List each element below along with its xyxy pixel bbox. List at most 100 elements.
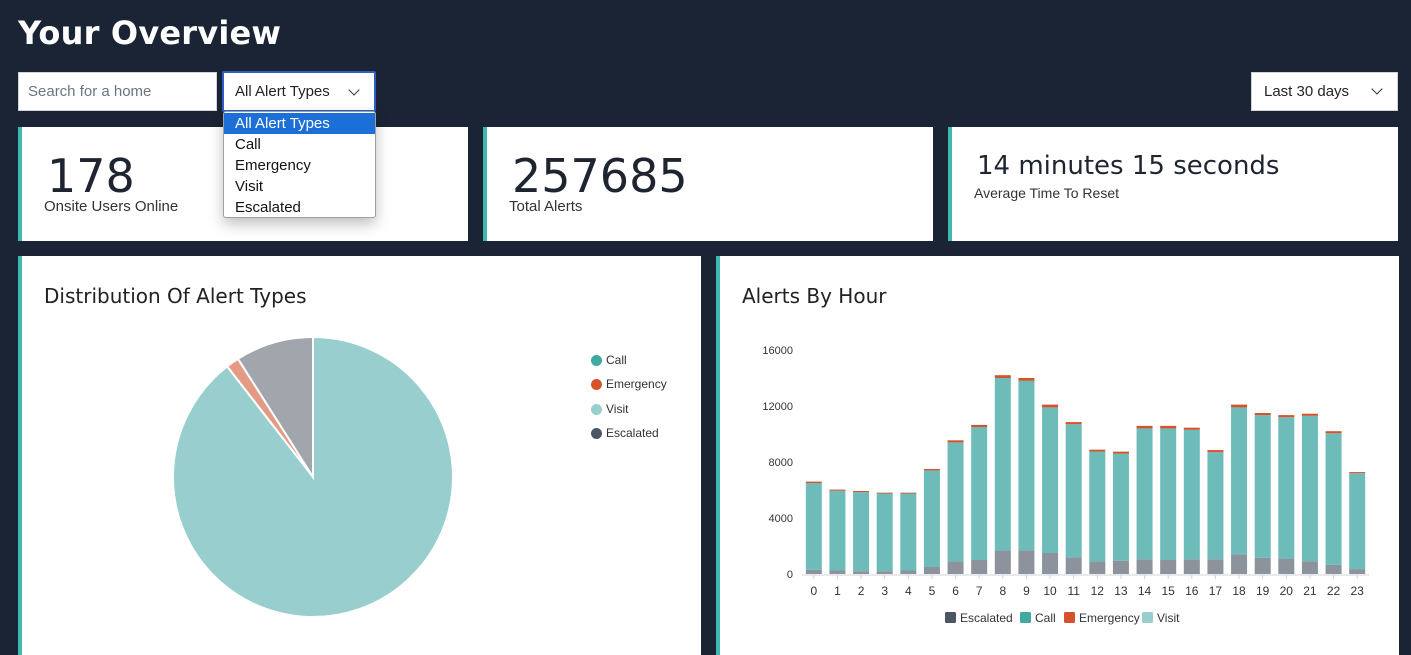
bar-call-hour-3[interactable] xyxy=(876,493,893,572)
bar-escalated-hour-15[interactable] xyxy=(1160,560,1177,574)
bar-legend-visit[interactable]: Visit xyxy=(1142,611,1180,625)
y-tick-label: 12000 xyxy=(762,401,793,413)
bar-escalated-hour-17[interactable] xyxy=(1207,559,1224,574)
bar-escalated-hour-8[interactable] xyxy=(994,550,1011,574)
bar-emergency-hour-12[interactable] xyxy=(1089,449,1106,452)
bar-escalated-hour-0[interactable] xyxy=(805,569,822,574)
bar-call-hour-7[interactable] xyxy=(971,427,988,560)
bar-emergency-hour-2[interactable] xyxy=(853,490,870,493)
pie-legend-escalated-label: Escalated xyxy=(606,426,659,440)
bar-emergency-hour-8[interactable] xyxy=(994,375,1011,378)
bar-call-hour-17[interactable] xyxy=(1207,452,1224,560)
bar-call-hour-9[interactable] xyxy=(1018,380,1035,551)
bar-escalated-hour-7[interactable] xyxy=(971,560,988,574)
onsite-users-label: Onsite Users Online xyxy=(44,198,179,215)
bar-call-hour-22[interactable] xyxy=(1325,433,1342,565)
bar-emergency-hour-14[interactable] xyxy=(1136,425,1153,429)
alert-type-option[interactable]: Emergency xyxy=(224,155,375,176)
bar-emergency-hour-18[interactable] xyxy=(1231,404,1248,408)
bar-escalated-hour-4[interactable] xyxy=(900,570,917,575)
bar-emergency-hour-7[interactable] xyxy=(971,424,988,427)
legend-dot-call xyxy=(591,354,602,366)
bar-emergency-hour-6[interactable] xyxy=(947,440,964,443)
bar-emergency-hour-17[interactable] xyxy=(1207,450,1224,453)
bar-emergency-hour-20[interactable] xyxy=(1278,415,1295,418)
bar-escalated-hour-14[interactable] xyxy=(1136,559,1153,574)
bar-call-hour-10[interactable] xyxy=(1042,407,1059,553)
bar-escalated-hour-20[interactable] xyxy=(1278,558,1295,574)
bar-emergency-hour-21[interactable] xyxy=(1301,413,1318,416)
bar-emergency-hour-19[interactable] xyxy=(1254,413,1271,416)
pie-legend-visit[interactable]: Visit xyxy=(591,402,628,416)
bar-escalated-hour-21[interactable] xyxy=(1301,561,1318,574)
pie-legend-emergency[interactable]: Emergency xyxy=(591,377,667,391)
bar-call-hour-13[interactable] xyxy=(1112,453,1129,561)
alert-type-option[interactable]: Call xyxy=(224,134,375,155)
bar-escalated-hour-11[interactable] xyxy=(1065,557,1082,574)
bar-emergency-hour-11[interactable] xyxy=(1065,422,1082,425)
bar-call-hour-16[interactable] xyxy=(1183,429,1200,560)
y-tick-label: 16000 xyxy=(762,345,793,357)
bar-emergency-hour-5[interactable] xyxy=(923,469,940,471)
bar-escalated-hour-6[interactable] xyxy=(947,561,964,574)
bar-emergency-hour-10[interactable] xyxy=(1042,404,1059,408)
bar-emergency-hour-1[interactable] xyxy=(829,489,846,491)
bar-emergency-hour-13[interactable] xyxy=(1112,451,1129,454)
bar-emergency-hour-9[interactable] xyxy=(1018,378,1035,381)
x-tick-label: 0 xyxy=(810,584,817,598)
bar-call-hour-12[interactable] xyxy=(1089,451,1106,562)
bar-legend-emergency[interactable]: Emergency xyxy=(1064,611,1140,625)
bar-emergency-hour-15[interactable] xyxy=(1160,425,1177,429)
bar-escalated-hour-22[interactable] xyxy=(1325,564,1342,574)
bar-escalated-hour-18[interactable] xyxy=(1231,554,1248,574)
x-tick-label: 18 xyxy=(1232,584,1246,598)
bar-legend-escalated[interactable]: Escalated xyxy=(945,611,1013,625)
search-input[interactable] xyxy=(18,72,217,111)
bar-escalated-hour-16[interactable] xyxy=(1183,559,1200,574)
bar-escalated-hour-2[interactable] xyxy=(853,571,870,574)
bar-escalated-hour-1[interactable] xyxy=(829,570,846,575)
bar-call-hour-15[interactable] xyxy=(1160,428,1177,560)
alert-type-option[interactable]: All Alert Types xyxy=(224,113,375,134)
bar-emergency-hour-23[interactable] xyxy=(1349,472,1366,474)
bar-call-hour-0[interactable] xyxy=(805,483,822,570)
bar-escalated-hour-19[interactable] xyxy=(1254,557,1271,574)
alert-type-option[interactable]: Escalated xyxy=(224,197,375,218)
bar-emergency-hour-22[interactable] xyxy=(1325,431,1342,434)
bar-call-hour-2[interactable] xyxy=(853,492,870,572)
bar-escalated-hour-9[interactable] xyxy=(1018,550,1035,574)
bar-call-hour-8[interactable] xyxy=(994,378,1011,551)
x-tick-label: 20 xyxy=(1280,584,1294,598)
bar-call-hour-21[interactable] xyxy=(1301,415,1318,562)
x-tick-label: 15 xyxy=(1162,584,1176,598)
x-tick-label: 13 xyxy=(1114,584,1128,598)
bar-call-hour-14[interactable] xyxy=(1136,428,1153,560)
legend-label: Visit xyxy=(1157,611,1180,625)
bar-call-hour-23[interactable] xyxy=(1349,473,1366,570)
bar-escalated-hour-3[interactable] xyxy=(876,571,893,574)
bar-call-hour-4[interactable] xyxy=(900,493,917,571)
bar-escalated-hour-23[interactable] xyxy=(1349,569,1366,574)
bar-call-hour-19[interactable] xyxy=(1254,415,1271,558)
bar-escalated-hour-13[interactable] xyxy=(1112,560,1129,574)
bar-emergency-hour-4[interactable] xyxy=(900,492,917,494)
bar-escalated-hour-5[interactable] xyxy=(923,567,940,574)
bar-call-hour-6[interactable] xyxy=(947,442,964,562)
bar-escalated-hour-10[interactable] xyxy=(1042,553,1059,574)
alert-type-select[interactable]: All Alert Types xyxy=(222,71,376,112)
bar-call-hour-5[interactable] xyxy=(923,470,940,567)
pie-legend-escalated[interactable]: Escalated xyxy=(591,426,659,440)
pie-legend-call[interactable]: Call xyxy=(591,353,627,367)
bar-call-hour-11[interactable] xyxy=(1065,424,1082,558)
alert-type-option[interactable]: Visit xyxy=(224,176,375,197)
bar-call-hour-1[interactable] xyxy=(829,490,846,571)
bar-escalated-hour-12[interactable] xyxy=(1089,561,1106,574)
bar-emergency-hour-0[interactable] xyxy=(805,481,822,483)
avg-reset-card: 14 minutes 15 seconds Average Time To Re… xyxy=(948,127,1398,241)
date-range-select[interactable]: Last 30 days xyxy=(1251,72,1398,111)
bar-emergency-hour-16[interactable] xyxy=(1183,427,1200,430)
bar-call-hour-18[interactable] xyxy=(1231,407,1248,555)
bar-emergency-hour-3[interactable] xyxy=(876,492,893,494)
bar-call-hour-20[interactable] xyxy=(1278,417,1295,559)
bar-legend-call[interactable]: Call xyxy=(1020,611,1056,625)
